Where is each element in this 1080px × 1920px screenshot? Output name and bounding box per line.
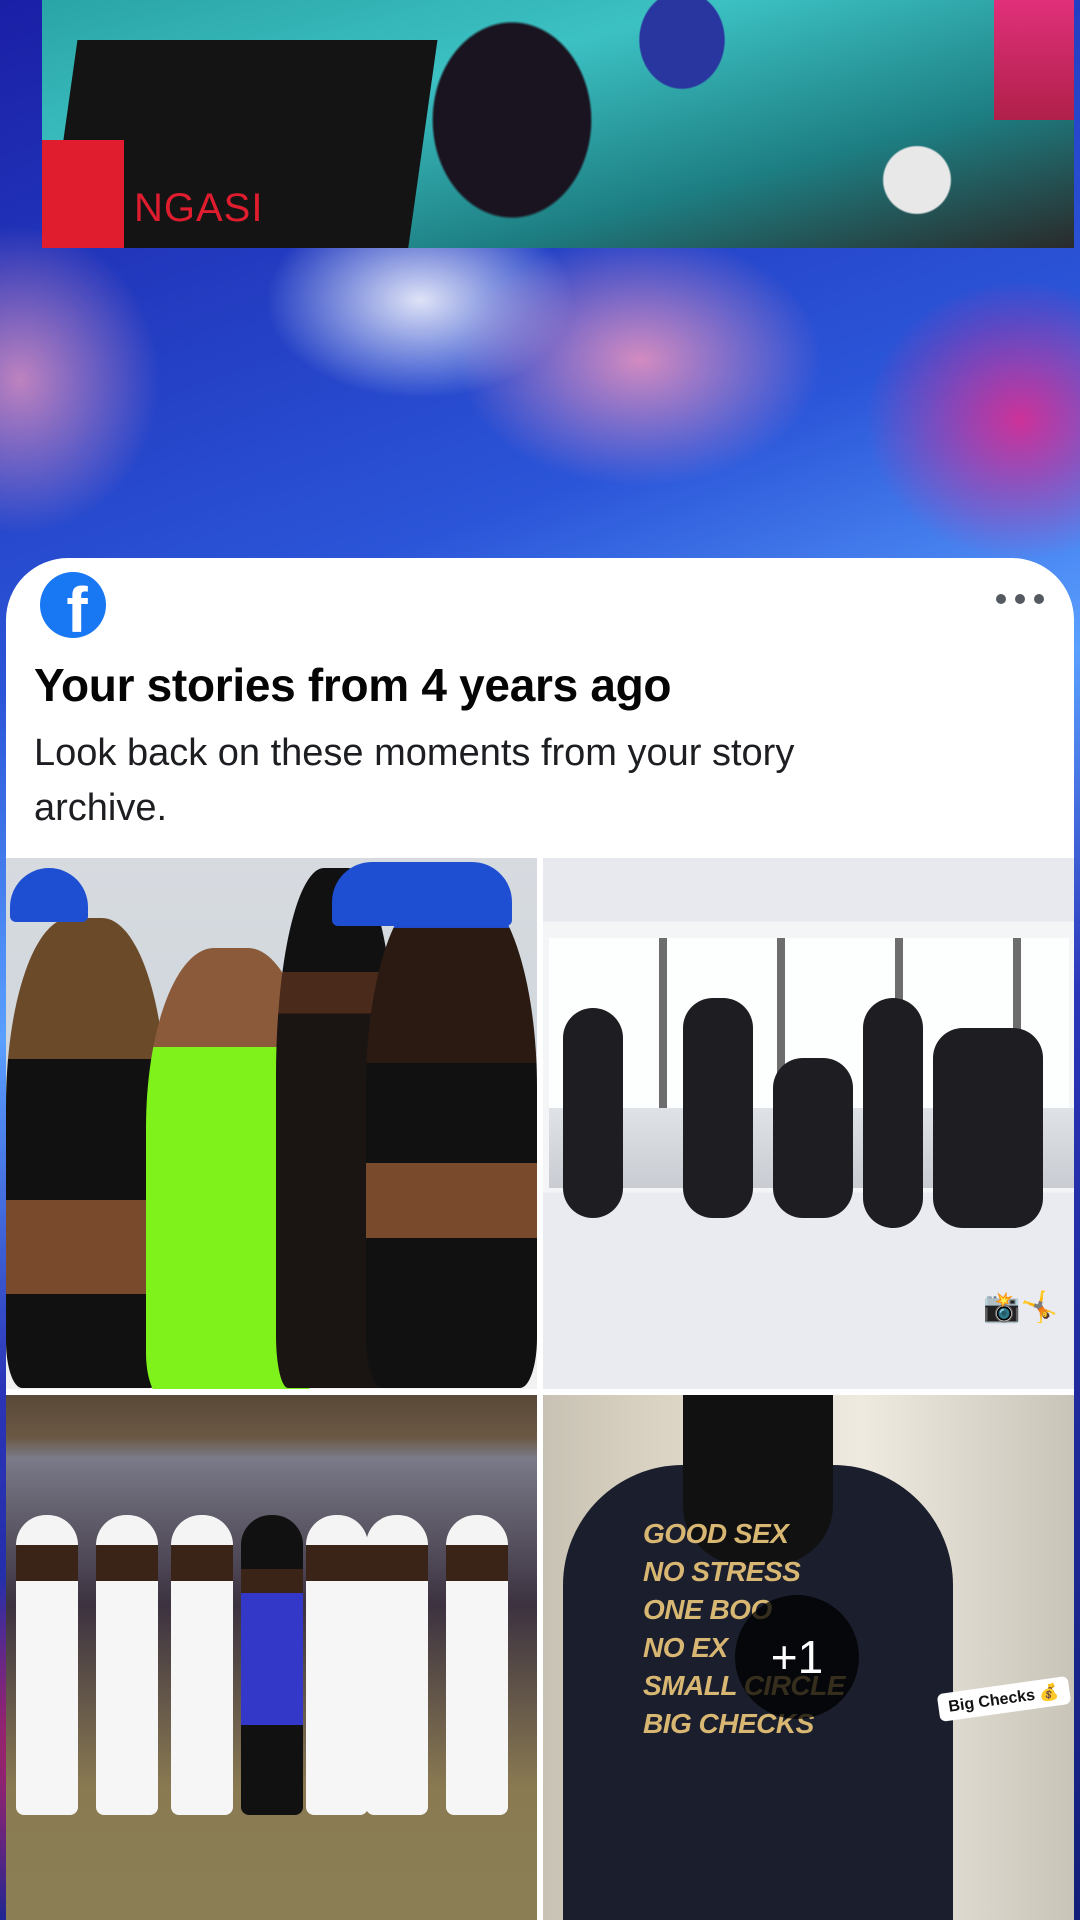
story-photo[interactable]: GOOD SEX NO STRESS ONE BOO NO EX SMALL C… — [543, 1395, 1074, 1920]
dancer — [683, 998, 753, 1218]
dancer — [773, 1058, 853, 1218]
story-photo[interactable]: 📸🤸 — [543, 858, 1074, 1389]
photo-object — [994, 0, 1074, 120]
person — [446, 1515, 508, 1815]
person — [16, 1515, 78, 1815]
more-photos-count[interactable]: +1 — [735, 1595, 859, 1719]
card-title: Your stories from 4 years ago — [34, 659, 672, 711]
person — [171, 1515, 233, 1815]
photo-content: 📸🤸 — [543, 858, 1074, 1389]
story-photo[interactable] — [6, 1395, 537, 1920]
dancer — [563, 1008, 623, 1218]
photo-content — [6, 858, 537, 1389]
photo-content: GOOD SEX NO STRESS ONE BOO NO EX SMALL C… — [543, 1395, 1074, 1920]
photo-content — [6, 1395, 537, 1920]
tv-logo — [42, 140, 124, 248]
previous-story-photo[interactable]: NGASI — [42, 0, 1074, 248]
story-photo[interactable] — [6, 858, 537, 1389]
person — [96, 1515, 158, 1815]
person — [366, 1515, 428, 1815]
person — [241, 1515, 303, 1815]
person — [366, 888, 537, 1388]
cap — [332, 862, 512, 926]
card-subtitle: Look back on these moments from your sto… — [34, 732, 795, 829]
dancer — [933, 1028, 1043, 1228]
facebook-logo-icon: f — [40, 572, 106, 638]
person — [306, 1515, 368, 1815]
tv-logo-text: NGASI — [134, 186, 264, 230]
sticker-emoji: 📸🤸 — [983, 1291, 1058, 1324]
big-checks-sticker: Big Checks 💰 — [937, 1675, 1072, 1723]
story-photo-grid: 📸🤸 GOOD SEX NO STRESS ONE BOO NO EX SMAL… — [6, 858, 1074, 1920]
memories-card[interactable]: f Your stories from 4 years ago Look bac… — [6, 558, 1074, 1920]
dancer — [863, 998, 923, 1228]
person — [6, 918, 166, 1388]
cap — [10, 868, 88, 922]
more-options-icon[interactable] — [996, 592, 1044, 606]
